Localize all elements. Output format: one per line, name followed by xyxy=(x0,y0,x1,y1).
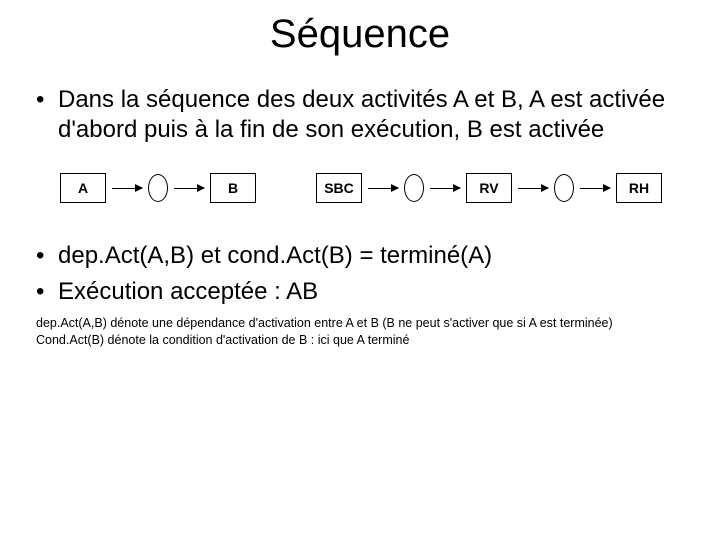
arrow-icon xyxy=(430,188,460,189)
arrow-icon xyxy=(174,188,204,189)
bullet-item-3: Exécution acceptée : AB xyxy=(36,277,684,307)
footnote-line-1: dep.Act(A,B) dénote une dépendance d'act… xyxy=(36,315,684,332)
activity-box-rh: RH xyxy=(616,173,662,203)
bullet-list-top: Dans la séquence des deux activités A et… xyxy=(36,85,684,145)
page-title: Séquence xyxy=(0,12,720,57)
footnote: dep.Act(A,B) dénote une dépendance d'act… xyxy=(36,315,684,349)
activity-box-b: B xyxy=(210,173,256,203)
bullet-item-2: dep.Act(A,B) et cond.Act(B) = terminé(A) xyxy=(36,241,684,271)
activity-box-a: A xyxy=(60,173,106,203)
connector-oval-icon xyxy=(554,174,574,202)
connector-oval-icon xyxy=(148,174,168,202)
footnote-line-2: Cond.Act(B) dénote la condition d'activa… xyxy=(36,332,684,349)
activity-box-rv: RV xyxy=(466,173,512,203)
connector-oval-icon xyxy=(404,174,424,202)
diagram-gap xyxy=(266,188,306,189)
arrow-icon xyxy=(518,188,548,189)
arrow-icon xyxy=(112,188,142,189)
sequence-diagram: A B SBC RV RH xyxy=(60,173,720,203)
activity-box-sbc: SBC xyxy=(316,173,362,203)
arrow-icon xyxy=(368,188,398,189)
bullet-list-bottom: dep.Act(A,B) et cond.Act(B) = terminé(A)… xyxy=(36,241,684,307)
diagram-group-left: A B xyxy=(60,173,256,203)
bullet-item-1: Dans la séquence des deux activités A et… xyxy=(36,85,684,145)
arrow-icon xyxy=(580,188,610,189)
diagram-group-right: SBC RV RH xyxy=(316,173,662,203)
